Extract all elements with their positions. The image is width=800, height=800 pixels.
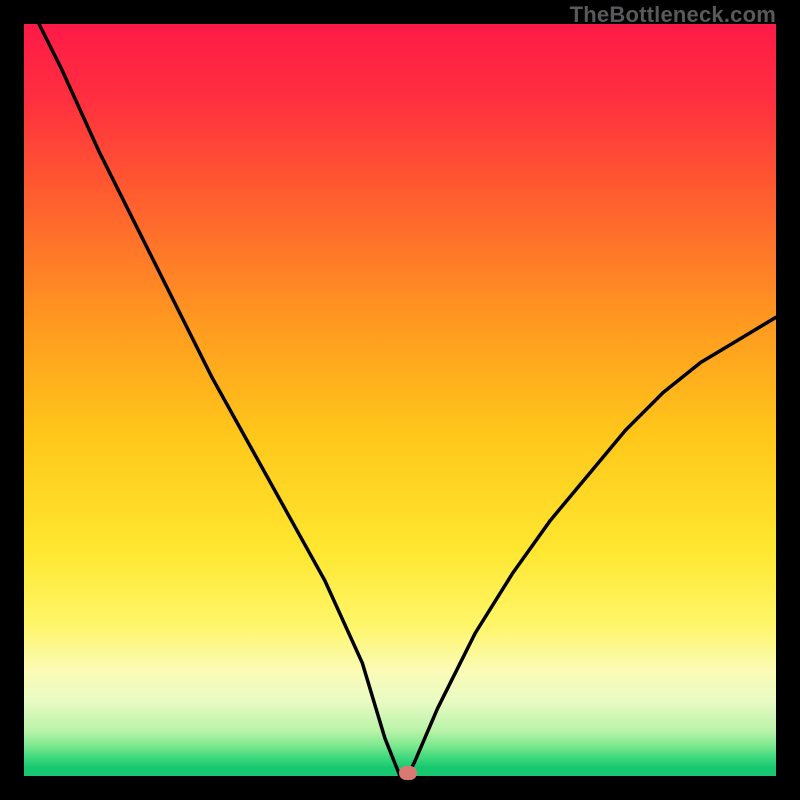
plot-svg	[24, 24, 776, 776]
gradient-background	[24, 24, 776, 776]
chart-frame: TheBottleneck.com	[0, 0, 800, 800]
plot-area	[24, 24, 776, 776]
optimum-marker	[399, 766, 417, 780]
